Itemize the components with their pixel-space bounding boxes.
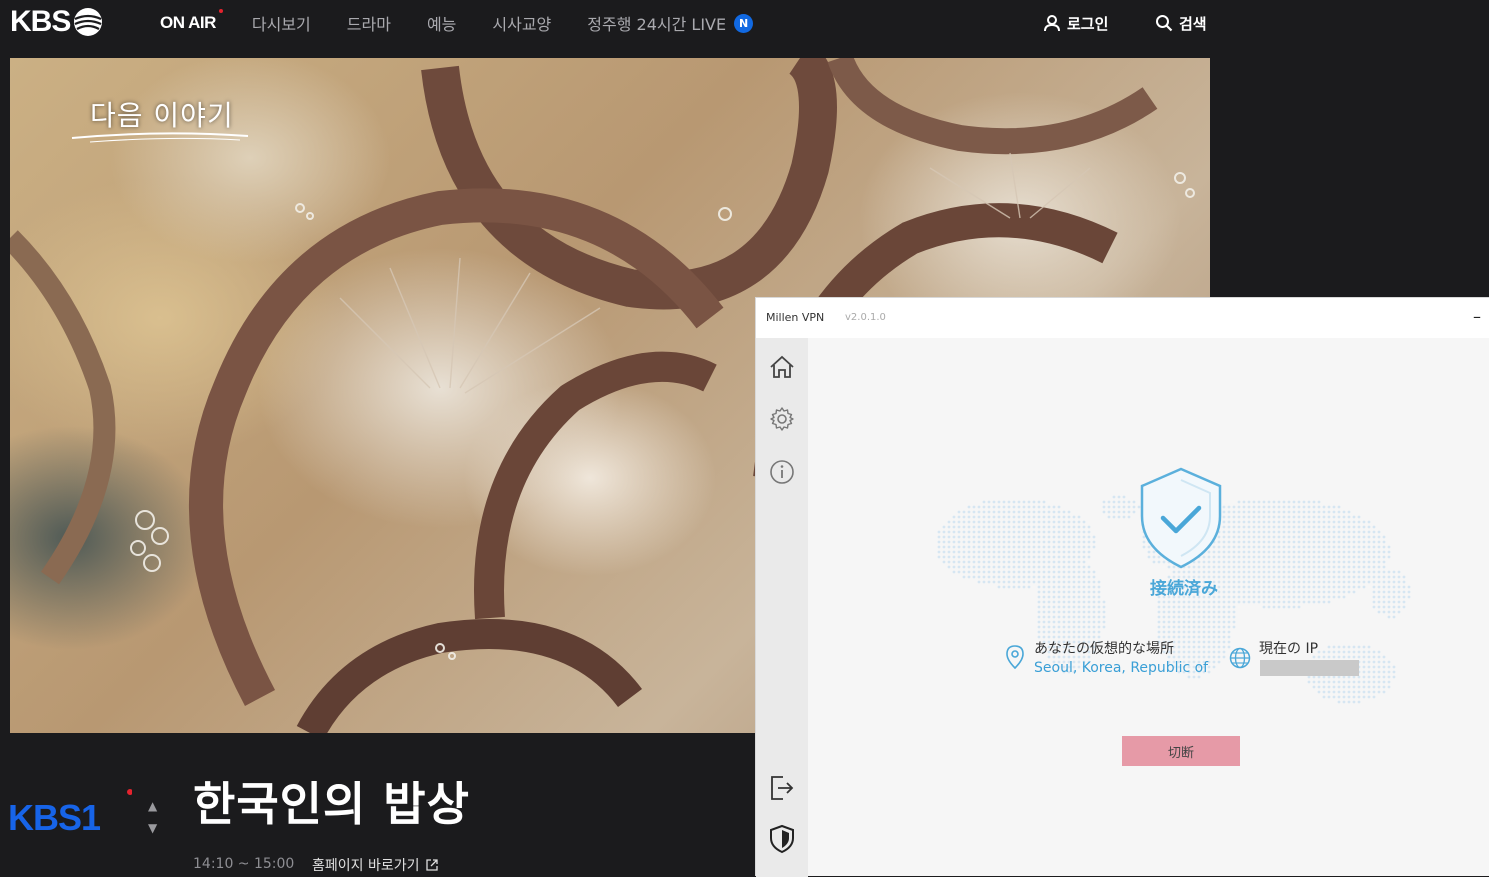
program-time: 14:10 ~ 15:00 <box>193 856 295 872</box>
vpn-main-panel: 接続済み あなたの仮想的な場所 Seoul, Korea, Republic o… <box>808 338 1489 877</box>
connected-shield-icon <box>1140 467 1222 569</box>
kbs-globe-icon <box>74 8 103 36</box>
external-link-icon <box>425 859 438 871</box>
disconnect-button[interactable]: 切断 <box>1122 736 1240 766</box>
channel-down-arrow[interactable]: ▼ <box>148 821 157 835</box>
nav-item-replay[interactable]: 다시보기 <box>252 11 311 35</box>
live-dot <box>218 9 223 13</box>
minimize-button[interactable]: – <box>1473 307 1481 326</box>
nav-item-entertainment[interactable]: 예능 <box>427 11 456 35</box>
vpn-titlebar[interactable]: Millen VPN v2.0.1.0 – <box>756 298 1489 338</box>
vpn-sidebar <box>756 338 808 877</box>
nav-item-label: 정주행 24시간 LIVE <box>587 15 727 34</box>
search-icon <box>1156 15 1173 32</box>
home-icon <box>770 355 794 378</box>
nav-item-label: ON AIR <box>160 13 216 32</box>
search-button[interactable]: 검색 <box>1155 0 1207 46</box>
kbs1-logo-text: KBS1 <box>8 797 101 834</box>
kbs1-channel-logo: KBS1 <box>8 789 132 834</box>
shield-icon <box>770 824 794 854</box>
location-label: あなたの仮想的な場所 <box>1034 641 1174 657</box>
settings-icon <box>770 407 794 431</box>
nav-item-label: 예능 <box>426 15 457 34</box>
location-pin-icon <box>1006 645 1024 669</box>
info-button[interactable] <box>768 458 796 486</box>
main-nav: ON AIR 다시보기 드라마 예능 시사교양 정주행 24시간 LIVE N <box>160 0 789 46</box>
login-button[interactable]: 로그인 <box>1043 0 1108 46</box>
globe-icon <box>1229 647 1251 669</box>
nav-item-onair[interactable]: ON AIR <box>160 9 223 33</box>
login-label: 로그인 <box>1067 14 1109 33</box>
vpn-app-name: Millen VPN <box>766 311 825 324</box>
kbs-logo[interactable]: KBS <box>10 5 104 39</box>
nav-item-drama[interactable]: 드라마 <box>347 11 391 35</box>
info-icon <box>770 460 794 484</box>
user-icon <box>1044 15 1060 32</box>
channel-up-arrow[interactable]: ▲ <box>148 799 157 813</box>
kbs-logo-text: KBS <box>10 5 71 38</box>
nav-item-label: 다시보기 <box>251 15 311 34</box>
nav-item-24h-live[interactable]: 정주행 24시간 LIVE N <box>587 11 754 35</box>
search-label: 검색 <box>1179 14 1207 33</box>
location-value: Seoul, Korea, Republic of <box>1034 660 1209 676</box>
home-button[interactable] <box>768 353 796 381</box>
new-badge: N <box>734 13 754 33</box>
video-caption: 다음 이야기 <box>90 99 234 132</box>
homepage-link-label: 홈페이지 바로가기 <box>312 858 420 874</box>
connection-status: 接続済み <box>1150 579 1218 599</box>
logout-icon <box>771 776 794 800</box>
current-ip-value-redacted <box>1260 660 1359 676</box>
shield-menu-button[interactable] <box>768 824 796 854</box>
kbs-header: KBS ON AIR 다시보기 드라마 예능 시사교양 정주행 24시간 LIV… <box>0 0 1489 46</box>
nav-item-current-affairs[interactable]: 시사교양 <box>492 11 551 35</box>
nav-item-label: 시사교양 <box>492 15 552 34</box>
vpn-window: Millen VPN v2.0.1.0 – 接続済み あなたの仮想的な場所 Se… <box>755 297 1489 877</box>
logout-button[interactable] <box>768 773 796 801</box>
settings-button[interactable] <box>768 405 796 433</box>
caption-underline <box>71 132 249 143</box>
program-title: 한국인의 밥상 <box>193 777 470 831</box>
current-ip-label: 現在の IP <box>1259 641 1319 657</box>
nav-item-label: 드라마 <box>346 15 391 34</box>
homepage-link[interactable]: 홈페이지 바로가기 <box>312 855 438 875</box>
vpn-version: v2.0.1.0 <box>845 312 886 323</box>
